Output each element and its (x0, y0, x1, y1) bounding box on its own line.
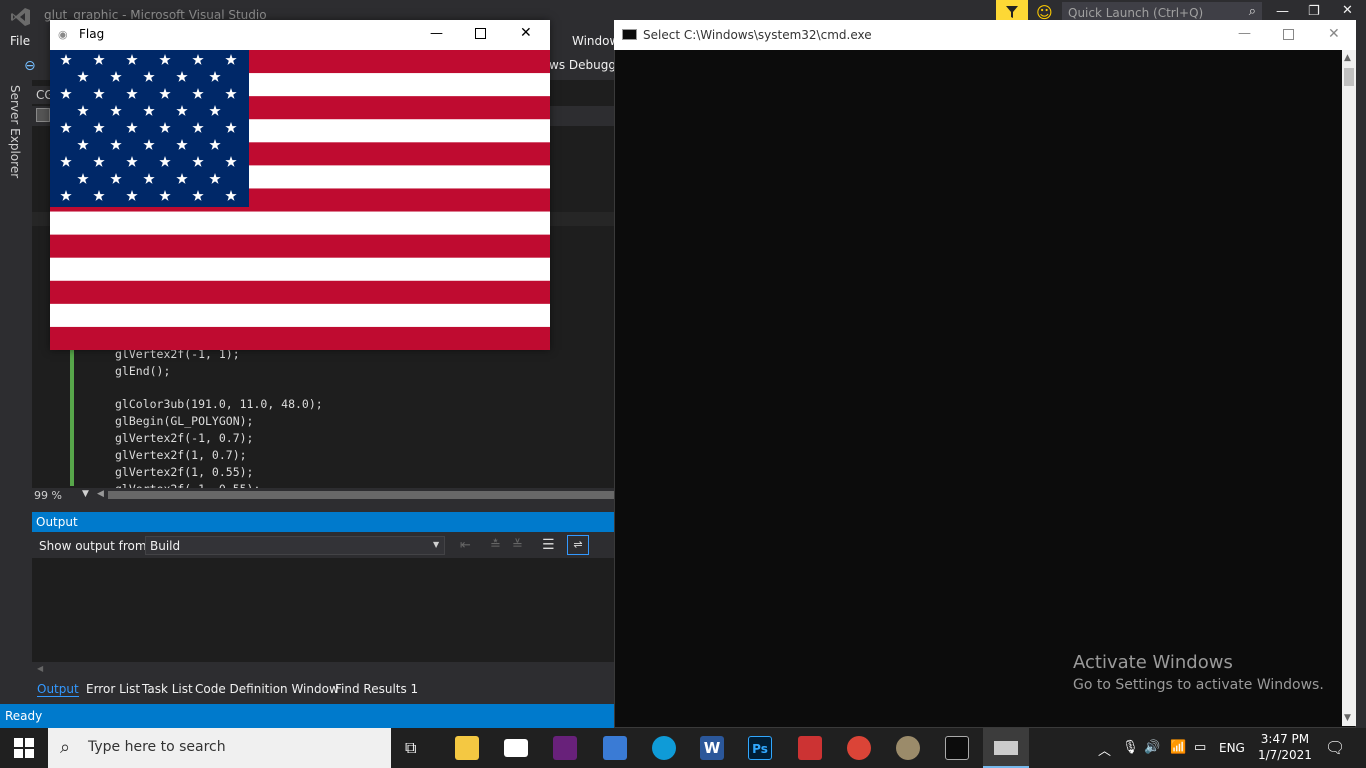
visual-studio-logo-icon (11, 8, 30, 26)
flag-window-title: Flag (79, 27, 105, 41)
red-stripe (50, 234, 550, 259)
output-hscroll[interactable] (32, 662, 614, 676)
battery-icon[interactable]: ▭ (1194, 740, 1206, 755)
search-placeholder: Type here to search (88, 739, 226, 755)
code-line[interactable]: glBegin(GL_POLYGON); (115, 414, 253, 428)
notifications-icon[interactable]: 🗨 (1325, 738, 1345, 757)
us-flag-canvas (50, 50, 550, 350)
scroll-left-icon[interactable]: ◀ (97, 489, 104, 499)
vs-restore-button[interactable]: ❐ (1308, 4, 1320, 19)
zoom-level[interactable]: 99 % (34, 489, 62, 502)
white-stripe (50, 303, 550, 328)
output-text-area[interactable] (32, 558, 614, 662)
code-line[interactable]: glColor3ub(191.0, 11.0, 48.0); (115, 397, 323, 411)
quick-launch-placeholder: Quick Launch (Ctrl+Q) (1068, 6, 1204, 20)
paint-icon[interactable] (896, 736, 920, 760)
show-output-from-label: Show output from: (39, 539, 151, 553)
taskbar-search-box[interactable]: Type here to search (48, 728, 391, 768)
snagit-icon[interactable] (798, 736, 822, 760)
chevron-down-icon[interactable]: ▼ (433, 540, 439, 549)
vs-close-button[interactable]: ✕ (1342, 3, 1353, 18)
this-pc-icon[interactable] (603, 736, 627, 760)
tab-error-list[interactable]: Error List (86, 682, 140, 696)
status-text: Ready (5, 709, 43, 723)
cmd-window[interactable] (614, 20, 1356, 728)
project-icon[interactable] (36, 108, 50, 122)
output-panel-header (32, 512, 614, 532)
white-stripe (50, 257, 550, 282)
code-line[interactable]: glEnd(); (115, 364, 170, 378)
cmd-minimize-button[interactable]: — (1238, 26, 1251, 41)
clear-all-icon[interactable]: ☰ (542, 537, 555, 553)
menu-file[interactable]: File (10, 34, 30, 48)
show-output-from-select[interactable]: Build (145, 536, 445, 555)
file-explorer-icon[interactable] (455, 736, 479, 760)
windows-start-icon[interactable] (14, 738, 34, 758)
previous-message-icon[interactable]: ≛ (490, 538, 501, 553)
search-icon: ⌕ (1248, 4, 1256, 19)
cmd-scroll-thumb[interactable] (1344, 68, 1354, 86)
scroll-left-icon[interactable]: ◀ (37, 664, 43, 673)
activate-windows-title: Activate Windows (1073, 652, 1233, 673)
edge-browser-icon[interactable] (652, 736, 676, 760)
command-prompt-icon[interactable] (945, 736, 969, 760)
input-language[interactable]: ENG (1219, 741, 1245, 755)
clock-time: 3:47 PM (1260, 732, 1310, 746)
volume-icon[interactable]: 🔊 (1144, 740, 1160, 755)
vs-minimize-button[interactable]: — (1276, 4, 1289, 19)
vs-status-bar (0, 704, 614, 728)
chevron-up-icon[interactable]: ︿ (1098, 740, 1111, 759)
output-panel-title: Output (36, 515, 78, 529)
visual-studio-taskbar-icon[interactable] (553, 736, 577, 760)
microphone-icon[interactable]: 🎙 (1122, 740, 1139, 755)
tab-output[interactable]: Output (37, 682, 79, 697)
navigate-back-icon[interactable]: ⊖ (24, 58, 36, 74)
flag-maximize-button[interactable] (475, 28, 486, 39)
white-stripe (50, 211, 550, 236)
scroll-up-icon[interactable]: ▲ (1344, 53, 1351, 63)
cmd-icon (622, 29, 637, 40)
red-stripe (50, 326, 550, 350)
red-stripe (50, 280, 550, 305)
glut-app-icon: ◉ (58, 28, 68, 41)
cmd-vertical-scrollbar[interactable] (1342, 50, 1356, 726)
chrome-icon[interactable] (847, 736, 871, 760)
photoshop-icon[interactable]: Ps (748, 736, 772, 760)
code-line[interactable]: glVertex2f(-1, 0.7); (115, 431, 253, 445)
menu-window[interactable]: Window (572, 34, 619, 48)
go-to-previous-message-icon[interactable]: ⇤ (460, 538, 471, 553)
tab-code-definition-window[interactable]: Code Definition Window (195, 682, 339, 696)
task-view-icon[interactable]: ⧉ (405, 738, 416, 758)
scroll-down-icon[interactable]: ▼ (1344, 713, 1351, 723)
tab-find-results-1[interactable]: Find Results 1 (335, 682, 418, 696)
server-explorer-tab[interactable]: Server Explorer (8, 85, 22, 178)
code-line[interactable]: glVertex2f(1, 0.55); (115, 465, 253, 479)
clock-date: 1/7/2021 (1258, 748, 1312, 762)
mail-icon[interactable] (504, 739, 528, 757)
network-icon[interactable]: 📶 (1170, 740, 1186, 755)
next-message-icon[interactable]: ≚ (512, 538, 523, 553)
activate-windows-subtitle: Go to Settings to activate Windows. (1073, 677, 1324, 693)
glut-app-icon (994, 741, 1018, 755)
cmd-maximize-button[interactable] (1283, 29, 1294, 40)
zoom-dropdown-icon[interactable]: ▼ (82, 489, 89, 499)
code-line[interactable]: glVertex2f(1, 0.7); (115, 448, 247, 462)
word-icon[interactable]: W (700, 736, 724, 760)
horizontal-scrollbar[interactable] (108, 491, 614, 499)
system-clock[interactable]: 3:47 PM 1/7/2021 (1258, 731, 1312, 763)
cmd-window-title: Select C:\Windows\system32\cmd.exe (643, 28, 872, 42)
flag-close-button[interactable]: ✕ (520, 25, 532, 41)
tab-task-list[interactable]: Task List (142, 682, 193, 696)
search-icon: ⌕ (60, 737, 71, 758)
word-wrap-toggle-icon[interactable]: ⇌ (567, 535, 589, 555)
flag-minimize-button[interactable]: — (430, 26, 443, 41)
cmd-close-button[interactable]: ✕ (1328, 26, 1340, 42)
